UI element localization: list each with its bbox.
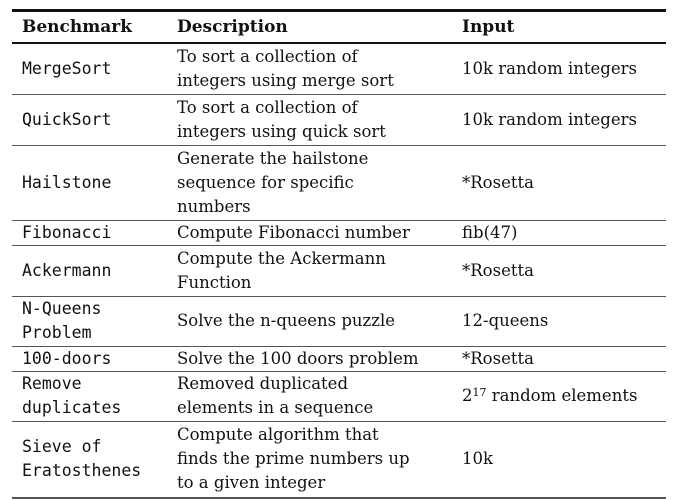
benchmark-cell: QuickSort bbox=[12, 94, 167, 145]
description-cell: Compute algorithm that finds the prime nu… bbox=[167, 421, 452, 498]
input-cell: 10k random integers bbox=[462, 58, 637, 78]
benchmark-cell: N-Queens Problem bbox=[12, 296, 167, 346]
benchmark-name: Ackermann bbox=[22, 260, 112, 280]
table-row: Remove duplicates Removed duplicated eleme… bbox=[12, 371, 666, 421]
description-line: numbers bbox=[177, 196, 251, 216]
description-line: To sort a collection of bbox=[177, 97, 358, 117]
description-line: To sort a collection of bbox=[177, 46, 358, 66]
input-cell: 217 random elements bbox=[452, 371, 666, 421]
input-cell: 10k random integers bbox=[462, 109, 637, 129]
header-row: Benchmark Description Input bbox=[12, 10, 666, 43]
description-line: finds the prime numbers up bbox=[177, 449, 410, 469]
benchmark-cell: Ackermann bbox=[12, 245, 167, 296]
input-cell: fib(47) bbox=[462, 222, 518, 242]
description-line: Function bbox=[177, 272, 252, 292]
benchmark-cell: Hailstone bbox=[12, 145, 167, 220]
table-row: Hailstone Generate the hailstone sequence… bbox=[12, 145, 666, 220]
description-line: Compute the Ackermann bbox=[177, 248, 386, 268]
benchmark-name: Problem bbox=[22, 323, 92, 342]
description-line: Compute algorithm that bbox=[177, 425, 379, 445]
table-row: Sieve of Eratosthenes Compute algorithm t… bbox=[12, 421, 666, 498]
description-cell: Solve the 100 doors problem bbox=[167, 346, 452, 371]
header-benchmark: Benchmark bbox=[22, 16, 132, 37]
benchmark-cell: 100-doors bbox=[12, 346, 167, 371]
table-row: MergeSort To sort a collection of integer… bbox=[12, 43, 666, 94]
description-line: Solve the 100 doors problem bbox=[177, 348, 419, 368]
description-cell: Removed duplicated elements in a sequence bbox=[167, 371, 452, 421]
input-cell: 10k bbox=[462, 449, 493, 469]
benchmark-name: Hailstone bbox=[22, 172, 112, 192]
description-cell: Compute Fibonacci number bbox=[167, 220, 452, 245]
description-cell: Solve the n-queens puzzle bbox=[167, 296, 452, 346]
benchmark-name: 100-doors bbox=[22, 348, 112, 368]
input-cell: *Rosetta bbox=[462, 260, 534, 280]
description-cell: To sort a collection of integers using me… bbox=[167, 43, 452, 94]
input-cell: *Rosetta bbox=[462, 348, 534, 368]
benchmark-cell: MergeSort bbox=[12, 43, 167, 94]
description-line: integers using merge sort bbox=[177, 70, 394, 90]
description-line: Compute Fibonacci number bbox=[177, 222, 410, 242]
description-line: Solve the n-queens puzzle bbox=[177, 311, 395, 330]
table-row: QuickSort To sort a collection of integer… bbox=[12, 94, 666, 145]
benchmark-name: duplicates bbox=[22, 398, 122, 417]
benchmark-name: Fibonacci bbox=[22, 222, 112, 242]
description-line: sequence for specific bbox=[177, 172, 354, 192]
table-row: N-Queens Problem Solve the n-queens puzzl… bbox=[12, 296, 666, 346]
benchmark-cell: Remove duplicates bbox=[12, 371, 167, 421]
description-cell: Compute the Ackermann Function bbox=[167, 245, 452, 296]
table-row: Fibonacci Compute Fibonacci number fib(4… bbox=[12, 220, 666, 245]
benchmark-name: N-Queens bbox=[22, 299, 102, 318]
header-input: Input bbox=[462, 16, 515, 37]
description-line: elements in a sequence bbox=[177, 398, 374, 417]
input-rest: random elements bbox=[486, 386, 638, 405]
benchmark-cell: Fibonacci bbox=[12, 220, 167, 245]
input-cell: *Rosetta bbox=[462, 172, 534, 192]
benchmark-name: Eratosthenes bbox=[22, 461, 142, 481]
description-cell: Generate the hailstone sequence for speci… bbox=[167, 145, 452, 220]
input-base: 2 bbox=[462, 386, 473, 405]
benchmark-name: Sieve of bbox=[22, 437, 102, 457]
table-row: Ackermann Compute the Ackermann Function … bbox=[12, 245, 666, 296]
input-exponent: 17 bbox=[472, 386, 487, 399]
benchmark-cell: Sieve of Eratosthenes bbox=[12, 421, 167, 498]
description-cell: To sort a collection of integers using qu… bbox=[167, 94, 452, 145]
description-line: Generate the hailstone bbox=[177, 148, 369, 168]
description-line: integers using quick sort bbox=[177, 121, 386, 141]
benchmark-name: Remove bbox=[22, 374, 82, 393]
input-cell: 12-queens bbox=[462, 311, 549, 330]
description-line: Removed duplicated bbox=[177, 374, 349, 393]
table-row: 100-doors Solve the 100 doors problem *R… bbox=[12, 346, 666, 371]
description-line: to a given integer bbox=[177, 473, 326, 493]
benchmark-name: MergeSort bbox=[22, 58, 112, 78]
benchmark-name: QuickSort bbox=[22, 109, 112, 129]
benchmark-table: Benchmark Description Input MergeSort To… bbox=[12, 9, 666, 499]
header-description: Description bbox=[177, 16, 288, 37]
